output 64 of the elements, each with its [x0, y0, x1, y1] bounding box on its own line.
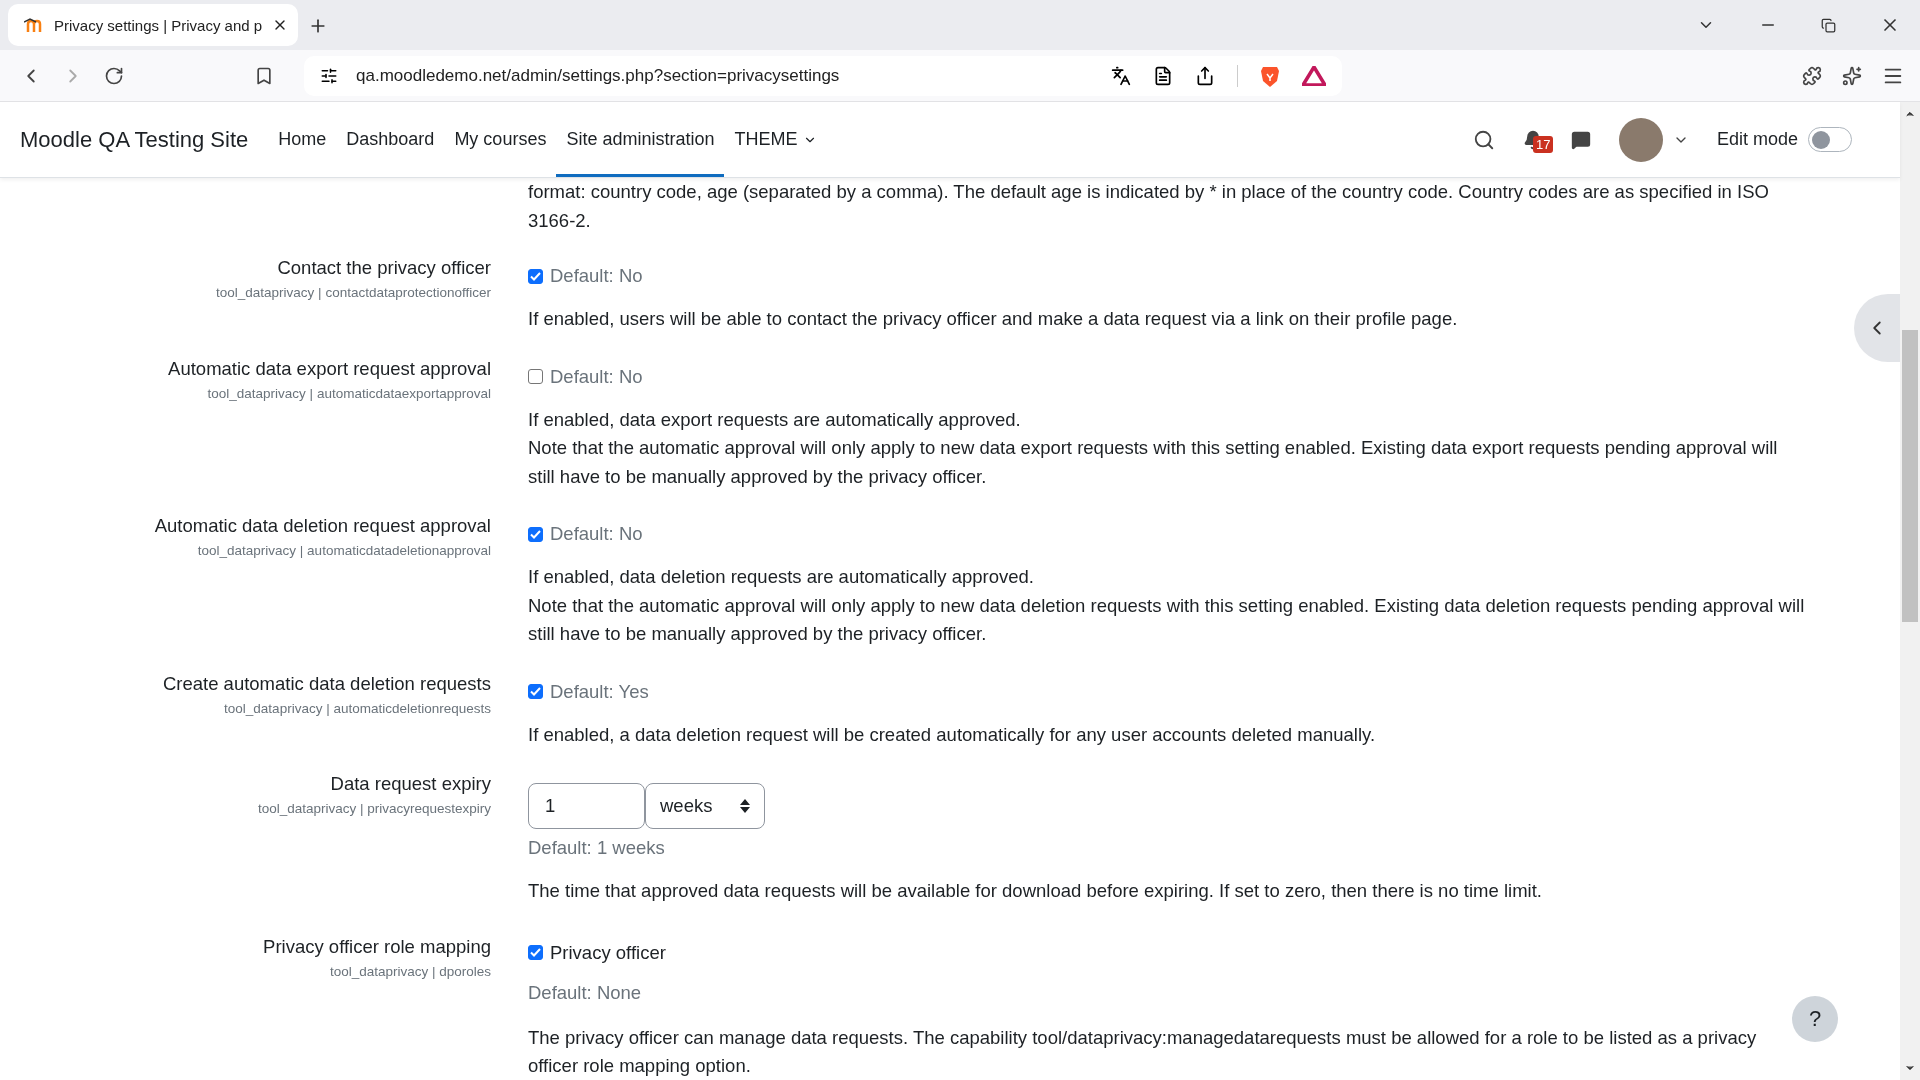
default-value: Default: No: [550, 365, 643, 388]
drawer-toggle[interactable]: [1854, 294, 1900, 362]
default-value: Default: None: [528, 981, 643, 1004]
scrollbar-thumb[interactable]: [1902, 330, 1918, 622]
setting-name: tool_dataprivacy | automaticdataexportapproval: [207, 385, 491, 401]
share-icon[interactable]: [1195, 65, 1215, 86]
setting-label: Data request expiry: [330, 773, 491, 795]
edit-mode-switch[interactable]: [1808, 127, 1852, 152]
nav-link[interactable]: Dashboard: [336, 102, 445, 177]
setting-description: The privacy officer can manage data requests. The capability tool/dataprivacy:managedatarequests must be allowed for a role to be listed as a privacy officer role mapping option.: [528, 1025, 1758, 1078]
checkbox[interactable]: [528, 369, 543, 384]
setting-name: tool_dataprivacy | dporoles: [329, 963, 491, 979]
sparkle-icon[interactable]: [1842, 65, 1862, 86]
unit-select[interactable]: weeks: [645, 783, 765, 829]
checkbox[interactable]: [528, 945, 543, 960]
setting-label: Create automatic data deletion requests: [162, 672, 491, 695]
default-value: Default: No: [550, 523, 643, 545]
setting-label: Privacy officer role mapping: [263, 935, 491, 958]
setting-description: Note that the automatic approval will only apply to new data export requests with this setting enabled. Existing data export requests pending approval will still have to be manually approved by the privacy officer.: [528, 436, 1779, 489]
restore-icon[interactable]: [1821, 17, 1836, 33]
triangle-icon[interactable]: [1302, 65, 1326, 86]
setting-label: Automatic data export request approval: [168, 357, 491, 380]
setting-name: tool_dataprivacy | automaticdatadeletionapproval: [197, 543, 491, 558]
checkbox[interactable]: [528, 526, 543, 542]
setting-description: The time that approved data requests will be available for download before expiring. If set to zero, then there is no time limit.: [528, 879, 1543, 903]
bookmark-icon[interactable]: [254, 65, 274, 86]
setting-label: Contact the privacy officer: [277, 257, 491, 279]
setting-description: If enabled, users will be able to contact the privacy officer and make a data request via a link on their profile page.: [528, 307, 1459, 331]
edit-mode-label: Edit mode: [1716, 129, 1798, 150]
setting-name: tool_dataprivacy | contactdataprotectionofficer: [216, 285, 491, 300]
site-name[interactable]: Moodle QA Testing Site: [20, 102, 249, 177]
checkbox[interactable]: [528, 684, 543, 699]
default-value: Default: No: [550, 265, 643, 287]
lion-shield-icon[interactable]: [1260, 64, 1280, 87]
default-value: Default: Yes: [550, 680, 649, 703]
setting-description: If enabled, a data deletion request will be created automatically for any user accounts deleted manually.: [528, 722, 1377, 747]
setting-description: format: country code, age (separated by a comma). The default age is indicated by * in place of the country code. Country codes are as specified in ISO 3166-2.: [528, 180, 1770, 233]
setting-name: tool_dataprivacy | privacyrequestexpiry: [257, 801, 491, 816]
duration-input[interactable]: 1: [528, 783, 645, 829]
default-value: Default: 1 weeks: [528, 837, 666, 859]
site-settings-icon[interactable]: [320, 66, 338, 85]
setting-name: tool_dataprivacy | automaticdeletionrequests: [224, 700, 491, 716]
chat-icon[interactable]: [1570, 129, 1591, 150]
option-label: Privacy officer: [550, 941, 666, 964]
nav-link[interactable]: Site administration: [556, 102, 725, 177]
search-icon[interactable]: [1472, 128, 1495, 151]
setting-label: Automatic data deletion request approval: [154, 515, 491, 537]
extensions-icon[interactable]: [1802, 65, 1822, 86]
setting-description: If enabled, data deletion requests are automatically approved.: [528, 565, 1035, 589]
site-logo-icon: [24, 18, 44, 32]
address-bar[interactable]: qa.moodledemo.net/admin/settings.php?section=privacysettings: [304, 55, 1342, 96]
reload-icon[interactable]: [104, 65, 124, 86]
sort-caret-icon: [740, 799, 750, 813]
nav-link[interactable]: THEME: [724, 102, 828, 177]
notification-badge: 17: [1532, 135, 1554, 153]
nav-link[interactable]: My courses: [444, 102, 557, 177]
nav-link[interactable]: Home: [268, 102, 337, 177]
checkbox[interactable]: [528, 268, 543, 284]
help-button[interactable]: ?: [1792, 996, 1838, 1042]
setting-description: Note that the automatic approval will only apply to new data deletion requests with this setting enabled. Existing data deletion requests pending approval will still have to be manually approved by the privacy officer.: [528, 593, 1806, 646]
reader-icon[interactable]: [1153, 65, 1173, 86]
setting-description: If enabled, data export requests are automatically approved.: [528, 407, 1022, 432]
translate-icon[interactable]: [1111, 65, 1131, 86]
browser-tab[interactable]: Privacy settings | Privacy and p: [8, 4, 299, 46]
